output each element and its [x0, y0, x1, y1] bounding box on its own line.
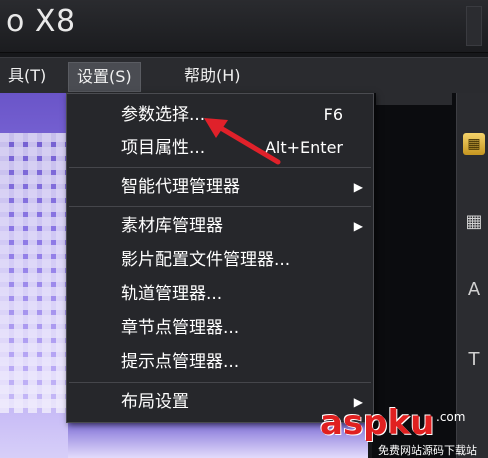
menu-item-chapter-point-manager[interactable]: 章节点管理器... [67, 313, 373, 343]
menu-help[interactable]: 帮助(H) [176, 62, 249, 90]
menu-item-shortcut: F6 [323, 105, 343, 124]
menu-item-smart-proxy-manager[interactable]: 智能代理管理器 ▶ [67, 172, 373, 202]
menu-item-cue-point-manager[interactable]: 提示点管理器... [67, 347, 373, 377]
title-t-icon[interactable]: T [463, 349, 485, 371]
menu-separator [69, 382, 371, 383]
menu-item-label: 素材库管理器 [121, 216, 223, 236]
menu-item-label: 影片配置文件管理器... [121, 250, 291, 270]
submenu-arrow-icon: ▶ [353, 180, 363, 194]
text-a-icon[interactable]: A [463, 279, 485, 301]
menu-settings[interactable]: 设置(S) [68, 62, 141, 92]
menu-item-label: 参数选择... [121, 105, 206, 125]
app-window: o X8 具(T) 设置(S) 帮助(H) ▦ ▦ A T 参数选择... F6… [0, 0, 488, 458]
preview-panel [0, 93, 68, 458]
menu-bar: 具(T) 设置(S) 帮助(H) [0, 57, 488, 94]
menu-item-track-manager[interactable]: 轨道管理器... [67, 279, 373, 309]
watermark-tld: .com [436, 410, 466, 424]
menu-tools[interactable]: 具(T) [0, 62, 54, 90]
menu-item-label: 智能代理管理器 [121, 177, 240, 197]
watermark-logo: aspku .com 免费网站源码下载站 [318, 404, 486, 458]
menu-item-label: 提示点管理器... [121, 352, 240, 372]
menu-separator [69, 206, 371, 207]
grid-icon[interactable]: ▦ [463, 211, 485, 233]
menu-item-library-manager[interactable]: 素材库管理器 ▶ [67, 211, 373, 241]
media-icon[interactable]: ▦ [463, 133, 485, 155]
menu-item-label: 章节点管理器... [121, 318, 240, 338]
window-title: o X8 [6, 4, 76, 39]
title-bar: o X8 [0, 0, 488, 53]
submenu-arrow-icon: ▶ [353, 219, 363, 233]
watermark-subtitle: 免费网站源码下载站 [378, 444, 477, 457]
menu-item-label: 轨道管理器... [121, 284, 223, 304]
watermark-brand: aspku [320, 403, 435, 443]
panel-header [376, 93, 452, 105]
menu-item-label: 布局设置 [121, 392, 189, 412]
menu-item-movie-profile-manager[interactable]: 影片配置文件管理器... [67, 245, 373, 275]
annotation-arrow-icon [204, 118, 281, 165]
window-control[interactable] [466, 6, 482, 46]
menu-item-label: 项目属性... [121, 138, 206, 158]
preview-pattern [0, 133, 68, 413]
